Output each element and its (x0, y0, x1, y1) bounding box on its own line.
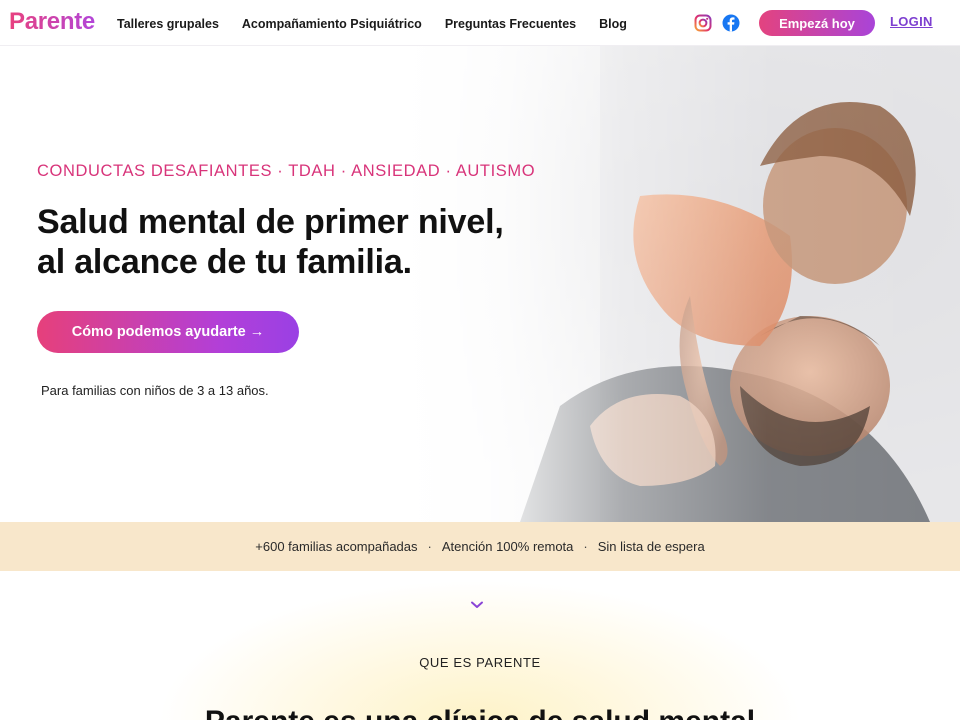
strip-item-sin-espera: Sin lista de espera (597, 539, 705, 554)
hero-headline-line1: Salud mental de primer nivel, (37, 203, 504, 241)
site-header: Parente Talleres grupales Acompañamiento… (0, 0, 960, 46)
chevron-down-icon[interactable] (470, 600, 484, 610)
que-es-parente-section: QUE ES PARENTE Parente es una clínica de… (0, 571, 960, 720)
hero-headline: Salud mental de primer nivel, al alcance… (37, 202, 504, 282)
nav-preguntas-frecuentes[interactable]: Preguntas Frecuentes (445, 17, 576, 31)
strip-separator: · (583, 539, 588, 554)
hero-note: Para familias con niños de 3 a 13 años. (41, 383, 269, 398)
hero-eyebrow: CONDUCTAS DESAFIANTES · TDAH · ANSIEDAD … (37, 162, 536, 180)
instagram-icon[interactable] (694, 14, 712, 32)
strip-item-remota: Atención 100% remota (441, 539, 574, 554)
nav-acompanamiento-psiquiatrico[interactable]: Acompañamiento Psiquiátrico (242, 17, 422, 31)
section-title: Parente es una clínica de salud mental (0, 705, 960, 720)
strip-separator: · (427, 539, 432, 554)
trust-strip: +600 familias acompañadas · Atención 100… (0, 522, 960, 571)
nav-blog[interactable]: Blog (599, 17, 627, 31)
main-nav: Talleres grupales Acompañamiento Psiquiá… (117, 17, 650, 31)
strip-item-familias: +600 familias acompañadas (255, 539, 418, 554)
nav-talleres-grupales[interactable]: Talleres grupales (117, 17, 219, 31)
section-label: QUE ES PARENTE (419, 655, 541, 670)
hero-section: CONDUCTAS DESAFIANTES · TDAH · ANSIEDAD … (0, 46, 960, 522)
empeza-hoy-button[interactable]: Empezá hoy (759, 10, 875, 36)
login-link[interactable]: LOGIN (890, 14, 933, 29)
hero-fade-overlay (0, 46, 960, 522)
como-podemos-ayudarte-button[interactable]: Cómo podemos ayudarte → (37, 311, 299, 353)
parente-logo[interactable]: Parente (9, 8, 95, 36)
facebook-icon[interactable] (722, 14, 740, 32)
hero-headline-line2: al alcance de tu familia. (37, 243, 412, 281)
